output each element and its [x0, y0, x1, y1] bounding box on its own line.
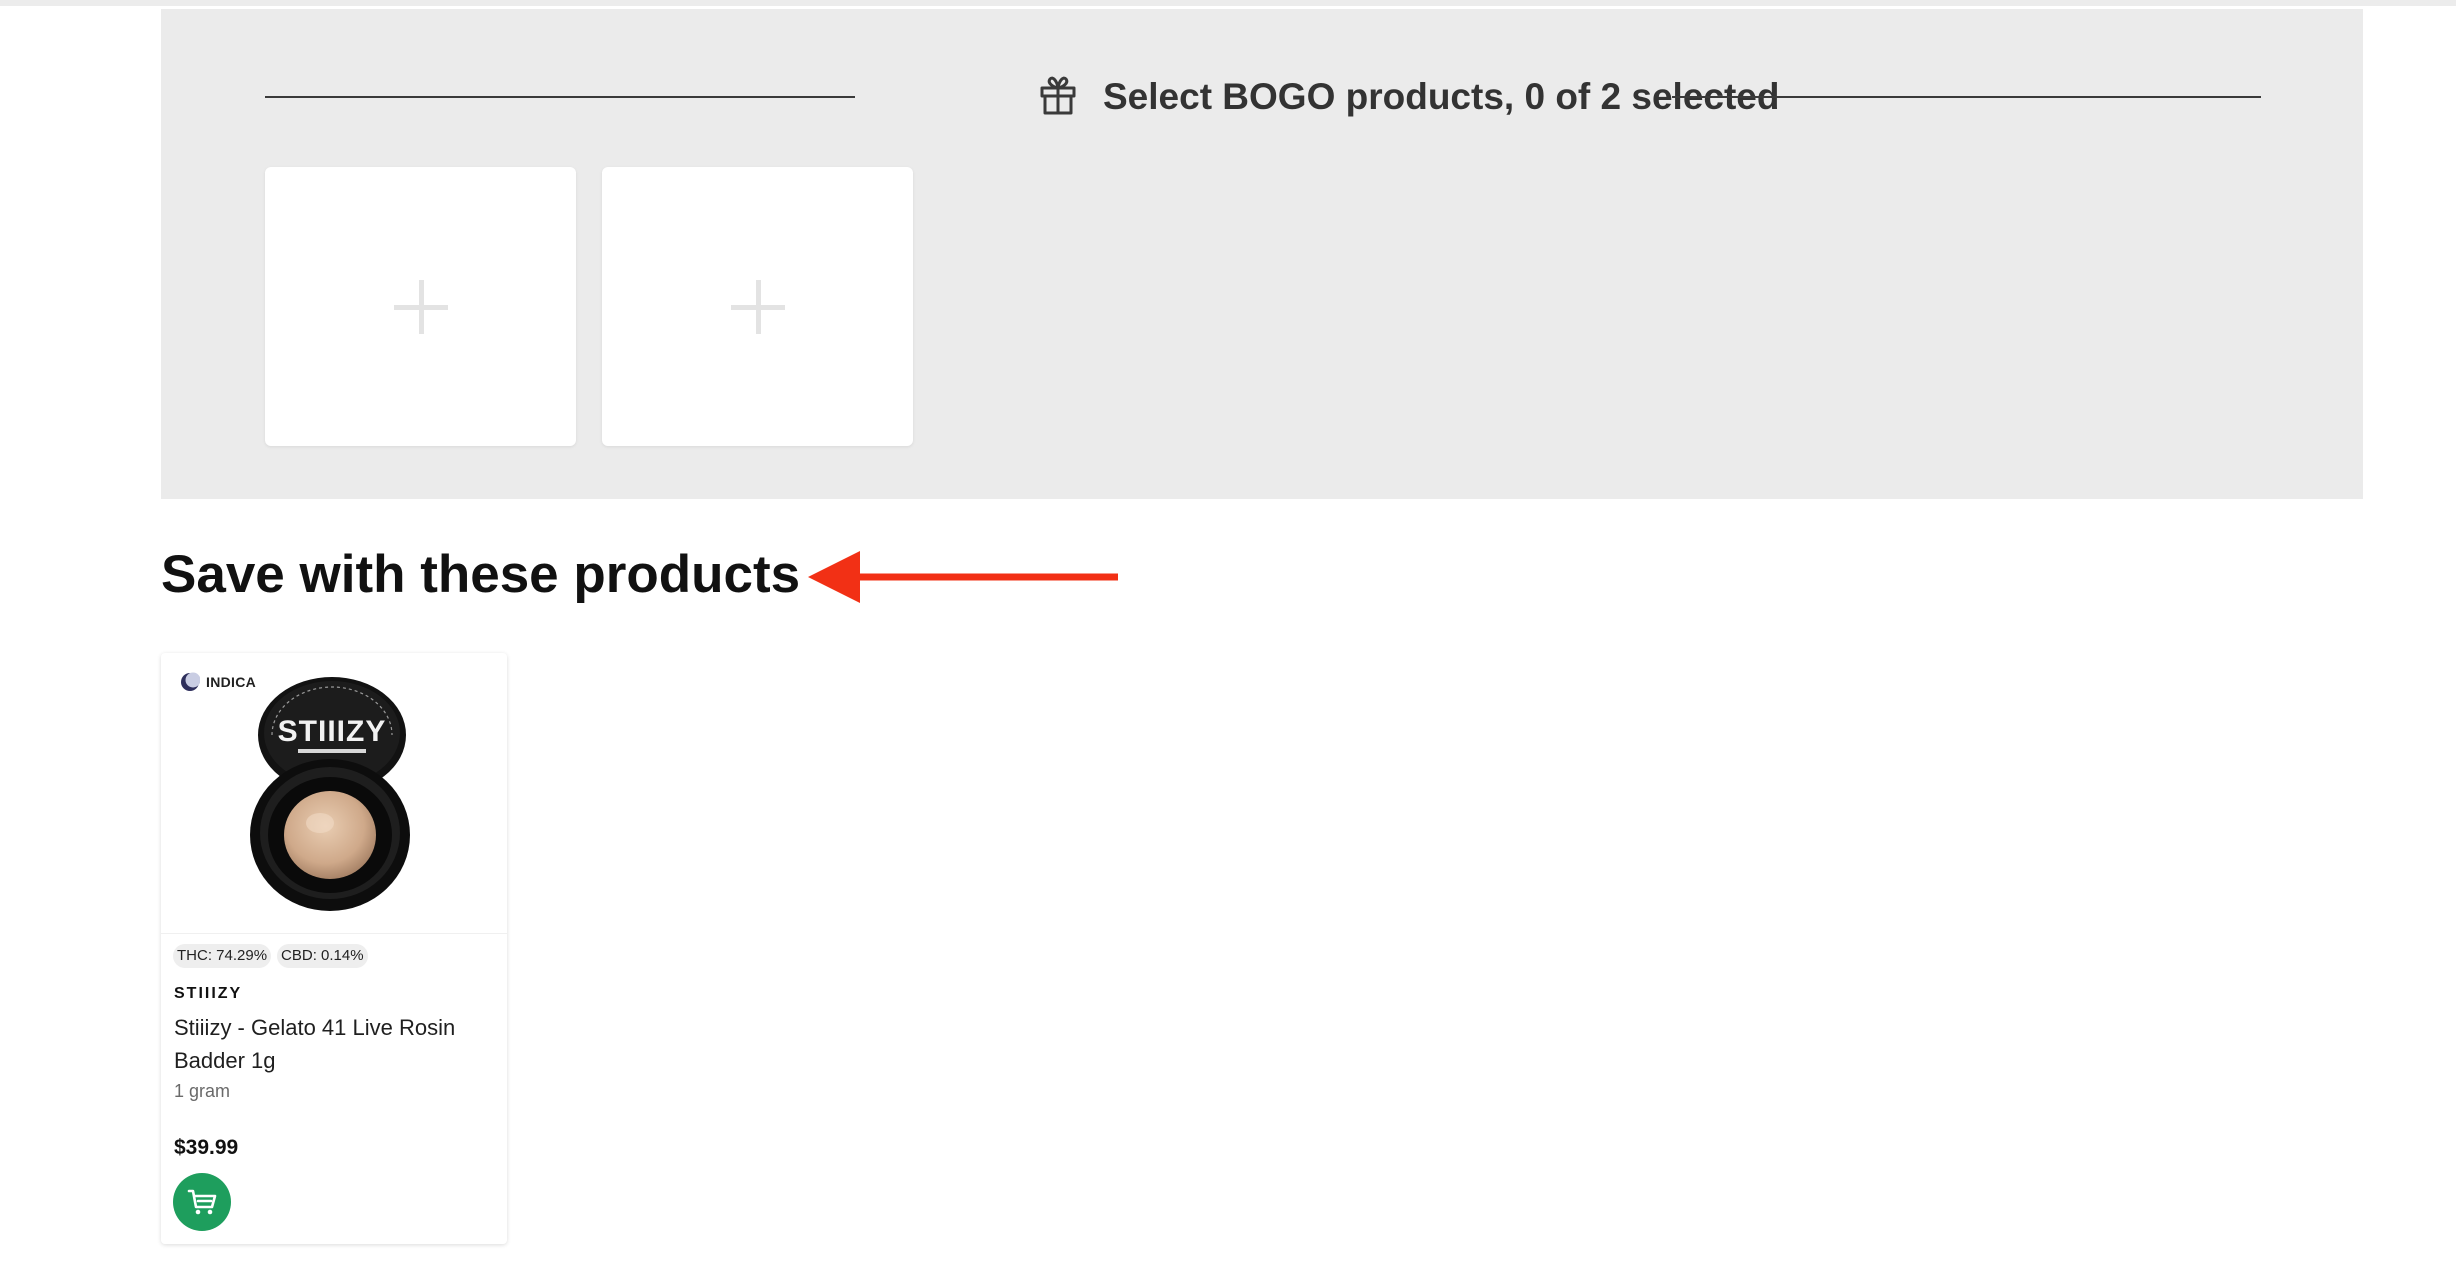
bogo-slot-1[interactable]	[265, 167, 576, 446]
bogo-slot-2[interactable]	[602, 167, 913, 446]
jar-brand-text: STIIIZY	[278, 715, 387, 748]
moon-icon	[181, 672, 200, 691]
gift-icon	[1040, 76, 1076, 115]
strain-badge: INDICA	[180, 670, 256, 694]
annotation-arrow	[808, 551, 1118, 603]
product-image-area[interactable]: INDICA STIIIZY	[161, 653, 507, 934]
product-price: $39.99	[174, 1136, 239, 1159]
product-brand: STIIIZY	[174, 985, 243, 1002]
product-weight: 1 gram	[174, 1081, 231, 1101]
cbd-chip: CBD: 0.14%	[277, 944, 368, 968]
top-divider	[0, 0, 2456, 6]
strain-label: INDICA	[206, 674, 257, 690]
add-to-cart-button[interactable]	[173, 1173, 231, 1231]
thc-chip: THC: 74.29%	[173, 944, 272, 968]
plus-icon	[730, 279, 785, 334]
bogo-header: Select BOGO products, 0 of 2 selected	[265, 67, 2261, 127]
product-card[interactable]: INDICA STIIIZY THC: 74.29% CBD: 0.14% ST…	[161, 653, 507, 1244]
header-divider-right	[1672, 96, 2261, 98]
product-image: STIIIZY	[250, 677, 410, 911]
cannabinoid-chips: THC: 74.29% CBD: 0.14%	[173, 944, 368, 968]
section-title: Save with these products	[161, 545, 801, 604]
bogo-selection-panel: Select BOGO products, 0 of 2 selected	[161, 9, 2363, 499]
product-name[interactable]: Stiiizy - Gelato 41 Live Rosin Badder 1g	[174, 1011, 494, 1077]
header-divider-left	[265, 96, 855, 98]
cart-icon	[187, 1189, 217, 1215]
plus-icon	[393, 279, 448, 334]
